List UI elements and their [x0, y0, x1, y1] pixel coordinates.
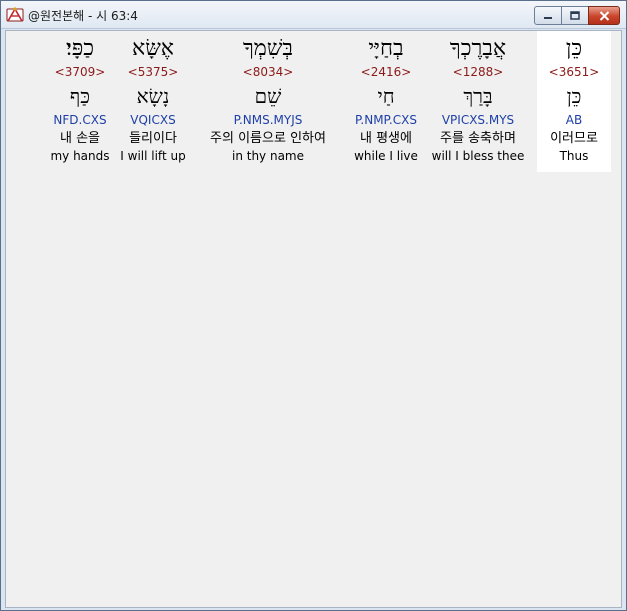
- lemma-word: כֵּן: [566, 84, 582, 108]
- strong-number[interactable]: <1288>: [428, 65, 528, 79]
- window-title: @원전본해 - 시 63:4: [28, 9, 138, 23]
- hebrew-word: אֶשָּׂא: [132, 36, 174, 61]
- strong-number[interactable]: <3709>: [46, 65, 114, 79]
- interlinear-panel: כֵּן <3651> כֵּן AB 이러므로 Thus אֲבָרֶכְךָ…: [5, 30, 622, 608]
- word-column-5[interactable]: אֶשָּׂא <5375> נָשָׂא VQICXS 들리이다 I will…: [118, 31, 188, 172]
- strong-number[interactable]: <2416>: [347, 65, 425, 79]
- hebrew-word: כַפָּי׃: [65, 36, 95, 61]
- english-gloss: my hands: [50, 149, 110, 163]
- app-window: @원전본해 - 시 63:4 כֵּן <3651> כֵּן AB 이러므로 …: [0, 0, 627, 611]
- strong-number[interactable]: <8034>: [193, 65, 343, 79]
- word-column-4[interactable]: בְּשִׁמְךָ <8034> שֵׁם P.NMS.MYJS 주의 이름으…: [193, 31, 343, 172]
- minimize-icon: [544, 16, 552, 19]
- english-gloss: will I bless thee: [431, 149, 525, 163]
- hebrew-word: בְּשִׁמְךָ: [242, 36, 294, 61]
- lemma-word: שֵׁם: [254, 84, 282, 108]
- english-gloss: Thus: [559, 149, 589, 163]
- lemma-word: חַי: [377, 84, 395, 108]
- hebrew-word: אֲבָרֶכְךָ: [449, 36, 507, 61]
- english-gloss: in thy name: [231, 149, 304, 163]
- morph-code[interactable]: AB: [537, 113, 611, 127]
- morph-code[interactable]: VQICXS: [118, 113, 188, 127]
- lemma-word: כַּף: [69, 84, 91, 108]
- lemma-word: נָשָׂא: [136, 84, 170, 108]
- korean-gloss: 주를 송축하며: [440, 131, 516, 146]
- maximize-button[interactable]: [561, 6, 589, 25]
- hebrew-word: בְחַיָּי: [368, 36, 404, 61]
- bible-app-icon[interactable]: [6, 6, 24, 24]
- korean-gloss: 내 손을: [59, 131, 100, 146]
- strong-number[interactable]: <3651>: [537, 65, 611, 79]
- caption-buttons: [534, 6, 620, 25]
- english-gloss: I will lift up: [120, 149, 186, 163]
- strong-number[interactable]: <5375>: [118, 65, 188, 79]
- word-column-3[interactable]: בְחַיָּי <2416> חַי P.NMP.CXS 내 평생에 whil…: [347, 31, 425, 172]
- english-gloss: while I live: [354, 149, 418, 163]
- morph-code[interactable]: VPICXS.MYS: [428, 113, 528, 127]
- korean-gloss: 내 평생에: [360, 131, 412, 146]
- minimize-button[interactable]: [534, 6, 562, 25]
- maximize-icon: [570, 11, 580, 20]
- morph-code[interactable]: NFD.CXS: [46, 113, 114, 127]
- word-column-2[interactable]: אֲבָרֶכְךָ <1288> בָּרַךְ VPICXS.MYS 주를 …: [428, 31, 528, 172]
- close-button[interactable]: [588, 6, 620, 25]
- morph-code[interactable]: P.NMP.CXS: [347, 113, 425, 127]
- lemma-word: בָּרַךְ: [463, 84, 493, 108]
- close-icon: [599, 10, 609, 21]
- korean-gloss: 들리이다: [129, 131, 177, 146]
- word-column-1[interactable]: כֵּן <3651> כֵּן AB 이러므로 Thus: [537, 31, 611, 172]
- morph-code[interactable]: P.NMS.MYJS: [193, 113, 343, 127]
- word-column-6[interactable]: כַפָּי׃ <3709> כַּף NFD.CXS 내 손을 my hand…: [46, 31, 114, 172]
- title-bar[interactable]: @원전본해 - 시 63:4: [1, 1, 626, 29]
- korean-gloss: 주의 이름으로 인하여: [210, 131, 326, 146]
- korean-gloss: 이러므로: [550, 131, 598, 146]
- hebrew-word: כֵּן: [565, 36, 583, 61]
